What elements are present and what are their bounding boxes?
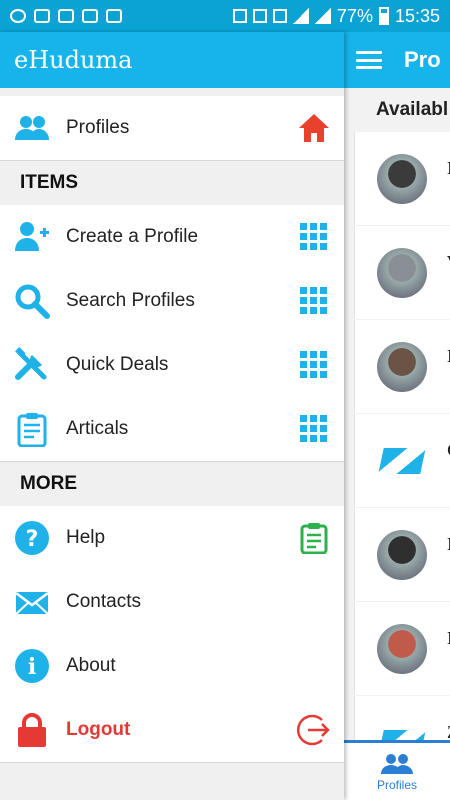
page-title: Pro xyxy=(404,47,441,72)
bluetooth-icon xyxy=(232,9,247,23)
users-icon xyxy=(15,116,49,140)
info-icon: i xyxy=(15,649,49,683)
users-icon xyxy=(381,753,413,774)
menu-icon[interactable] xyxy=(356,51,382,69)
clock: 15:35 xyxy=(394,5,440,26)
profiles-list-panel: Availabl IVICIIZ xyxy=(344,88,450,740)
list-item[interactable]: Z xyxy=(354,696,450,740)
list-header: Availabl xyxy=(344,88,450,132)
main-app-bar: Pro xyxy=(344,32,450,88)
logout-icon xyxy=(296,714,330,746)
bottom-nav-label: Profiles xyxy=(376,777,417,792)
list-item[interactable]: I xyxy=(354,508,450,601)
logo-avatar xyxy=(377,436,427,486)
home-icon xyxy=(299,114,329,142)
drawer-item-about[interactable]: i About xyxy=(0,634,344,698)
drawer-item-help[interactable]: ? Help xyxy=(0,506,344,570)
logo-avatar xyxy=(377,718,427,740)
drawer-item-label: About xyxy=(66,655,116,676)
lock-icon xyxy=(18,713,46,747)
grid-icon xyxy=(300,351,327,378)
drawer-item-label: Articals xyxy=(66,418,129,439)
drawer-item-label: Create a Profile xyxy=(66,226,199,247)
clipboard-icon xyxy=(17,413,47,447)
drawer-item-label: Contacts xyxy=(66,591,141,612)
avatar xyxy=(377,624,427,674)
add-user-icon xyxy=(15,222,49,251)
section-title-items: ITEMS xyxy=(0,161,344,205)
help-icon: ? xyxy=(15,521,49,555)
drawer-item-contacts[interactable]: Contacts xyxy=(0,570,344,634)
avatar xyxy=(377,154,427,204)
drawer-item-quick-deals[interactable]: Quick Deals xyxy=(0,333,344,397)
avatar xyxy=(377,248,427,298)
profiles-list: IVICIIZ xyxy=(344,132,450,740)
avatar xyxy=(377,342,427,392)
drawer-item-create-profile[interactable]: Create a Profile xyxy=(0,205,344,269)
list-item[interactable]: I xyxy=(354,132,450,225)
search-icon xyxy=(15,284,50,319)
grid-icon xyxy=(300,415,327,442)
grid-icon xyxy=(300,287,327,314)
mail-icon xyxy=(15,592,49,615)
list-item[interactable]: V xyxy=(354,226,450,319)
list-item[interactable]: I xyxy=(354,320,450,413)
list-item[interactable]: I xyxy=(354,602,450,695)
drawer-item-articals[interactable]: Articals xyxy=(0,397,344,461)
section-title-more: MORE xyxy=(0,462,344,506)
bottom-nav-profiles[interactable]: Profiles xyxy=(344,740,450,800)
signal-icon xyxy=(314,8,331,24)
mail-icon xyxy=(106,9,122,23)
mute-icon xyxy=(252,9,267,23)
avatar xyxy=(377,530,427,580)
drawer-title: eHuduma xyxy=(0,32,344,88)
tools-icon xyxy=(15,347,47,380)
drawer-item-search-profiles[interactable]: Search Profiles xyxy=(0,269,344,333)
battery-icon xyxy=(378,7,389,25)
signal-icon xyxy=(292,8,309,24)
gmail-icon xyxy=(82,9,98,23)
battery-percent: 77% xyxy=(336,5,373,26)
svg-text:?: ? xyxy=(26,527,39,552)
list-item[interactable]: C xyxy=(354,414,450,507)
gallery-icon xyxy=(34,9,50,23)
drawer-item-profiles[interactable]: Profiles xyxy=(0,96,344,160)
drawer-item-label: Logout xyxy=(66,719,131,740)
clipboard-green-icon xyxy=(300,523,328,554)
drawer-item-label: Search Profiles xyxy=(66,290,195,311)
bbm-icon xyxy=(10,9,26,23)
svg-text:i: i xyxy=(28,654,36,680)
grid-icon xyxy=(300,223,327,250)
sim-icon xyxy=(272,9,287,23)
drawer-item-label: Profiles xyxy=(66,117,130,138)
drawer-item-logout[interactable]: Logout xyxy=(0,698,344,762)
status-bar: 77% 15:35 xyxy=(0,0,450,32)
drawer-item-label: Quick Deals xyxy=(66,354,169,375)
drawer-item-label: Help xyxy=(66,527,106,548)
navigation-drawer: eHuduma Profiles ITEMS Create a Profile … xyxy=(0,32,344,800)
gmail-icon xyxy=(58,9,74,23)
